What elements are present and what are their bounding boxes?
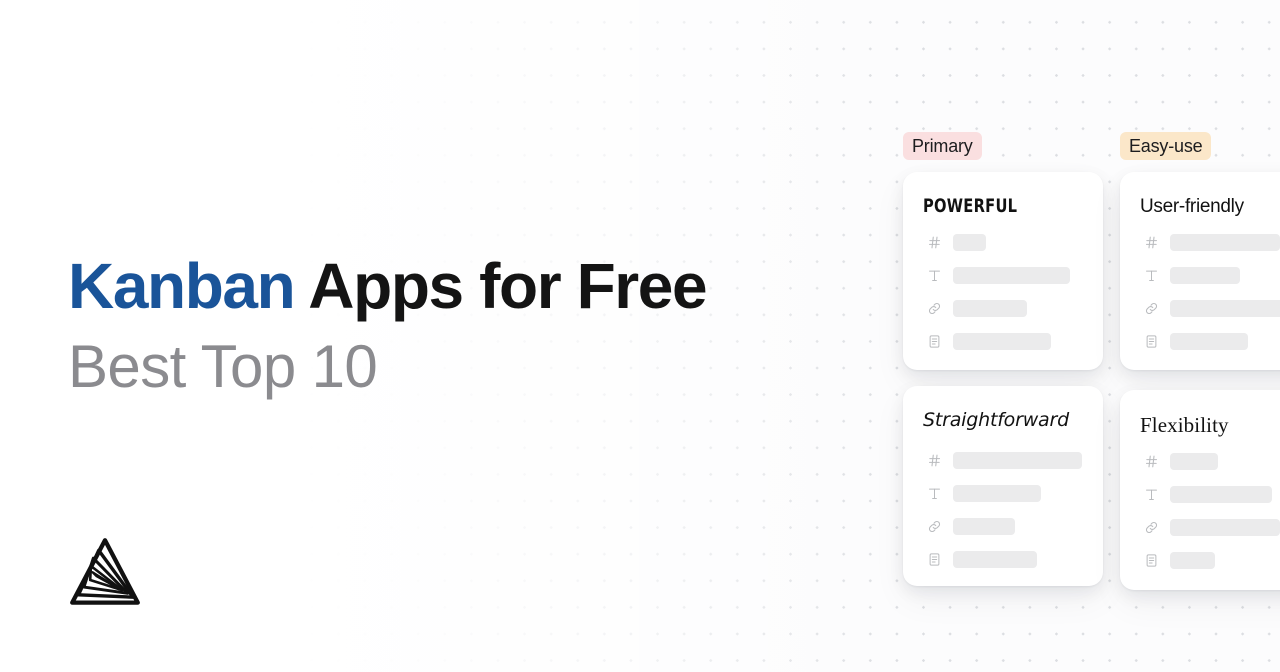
kanban-card-field-row[interactable] <box>923 330 1103 352</box>
field-placeholder-bar <box>953 233 986 251</box>
kanban-card-field-list <box>1140 450 1280 571</box>
field-placeholder-bar <box>1170 266 1240 284</box>
kanban-card-title: POWERFUL <box>923 195 1018 217</box>
kanban-card[interactable]: User-friendly <box>1120 172 1280 370</box>
kanban-card-field-list <box>923 449 1103 570</box>
kanban-card-field-row[interactable] <box>1140 330 1280 352</box>
kanban-card-title: Straightforward <box>923 409 1069 431</box>
kanban-card-field-list <box>923 231 1103 352</box>
text-icon <box>923 264 945 286</box>
kanban-card-field-row[interactable] <box>923 482 1103 504</box>
link-icon <box>923 515 945 537</box>
field-placeholder-bar <box>953 299 1027 317</box>
kanban-card-field-row[interactable] <box>923 548 1103 570</box>
field-placeholder-bar <box>1170 518 1280 536</box>
field-placeholder-bar <box>1170 332 1248 350</box>
card-tag-label: Primary <box>912 135 973 156</box>
kanban-card-field-row[interactable] <box>923 449 1103 471</box>
kanban-card-title: Flexibility <box>1140 413 1229 437</box>
hash-icon <box>923 231 945 253</box>
field-placeholder-bar <box>953 484 1041 502</box>
card-tag[interactable]: Easy-use <box>1120 132 1212 160</box>
kanban-card-field-row[interactable] <box>1140 549 1280 571</box>
link-icon <box>1140 297 1162 319</box>
field-placeholder-bar <box>953 451 1082 469</box>
kanban-card-field-row[interactable] <box>1140 297 1280 319</box>
field-placeholder-bar <box>1170 452 1218 470</box>
link-icon <box>923 297 945 319</box>
field-placeholder-bar <box>1170 485 1272 503</box>
kanban-card[interactable]: Flexibility <box>1120 390 1280 590</box>
field-placeholder-bar <box>953 266 1070 284</box>
kanban-card-field-row[interactable] <box>923 515 1103 537</box>
field-placeholder-bar <box>953 517 1015 535</box>
hash-icon <box>923 449 945 471</box>
field-placeholder-bar <box>1170 233 1280 251</box>
field-placeholder-bar <box>1170 551 1215 569</box>
document-icon <box>1140 549 1162 571</box>
kanban-card-title: User-friendly <box>1140 196 1244 217</box>
document-icon <box>923 330 945 352</box>
kanban-card-field-row[interactable] <box>1140 264 1280 286</box>
kanban-card-field-row[interactable] <box>1140 231 1280 253</box>
kanban-card-cluster: Primary Easy-use POWERFUL User-friendly Stra… <box>0 0 1280 672</box>
kanban-card-field-row[interactable] <box>923 297 1103 319</box>
card-tag[interactable]: Primary <box>903 132 982 160</box>
kanban-card-field-row[interactable] <box>923 231 1103 253</box>
link-icon <box>1140 516 1162 538</box>
card-tag-label: Easy-use <box>1129 135 1203 156</box>
kanban-card-field-row[interactable] <box>1140 483 1280 505</box>
kanban-card-field-row[interactable] <box>1140 450 1280 472</box>
document-icon <box>923 548 945 570</box>
kanban-card-field-list <box>1140 231 1280 352</box>
text-icon <box>1140 483 1162 505</box>
text-icon <box>923 482 945 504</box>
hash-icon <box>1140 231 1162 253</box>
kanban-card-field-row[interactable] <box>1140 516 1280 538</box>
text-icon <box>1140 264 1162 286</box>
page-root: Kanban Apps for Free Best Top 10 Primary… <box>0 0 1280 672</box>
field-placeholder-bar <box>953 550 1037 568</box>
kanban-card[interactable]: POWERFUL <box>903 172 1103 370</box>
kanban-card-field-row[interactable] <box>923 264 1103 286</box>
field-placeholder-bar <box>953 332 1051 350</box>
hash-icon <box>1140 450 1162 472</box>
kanban-card[interactable]: Straightforward <box>903 386 1103 586</box>
field-placeholder-bar <box>1170 299 1280 317</box>
document-icon <box>1140 330 1162 352</box>
